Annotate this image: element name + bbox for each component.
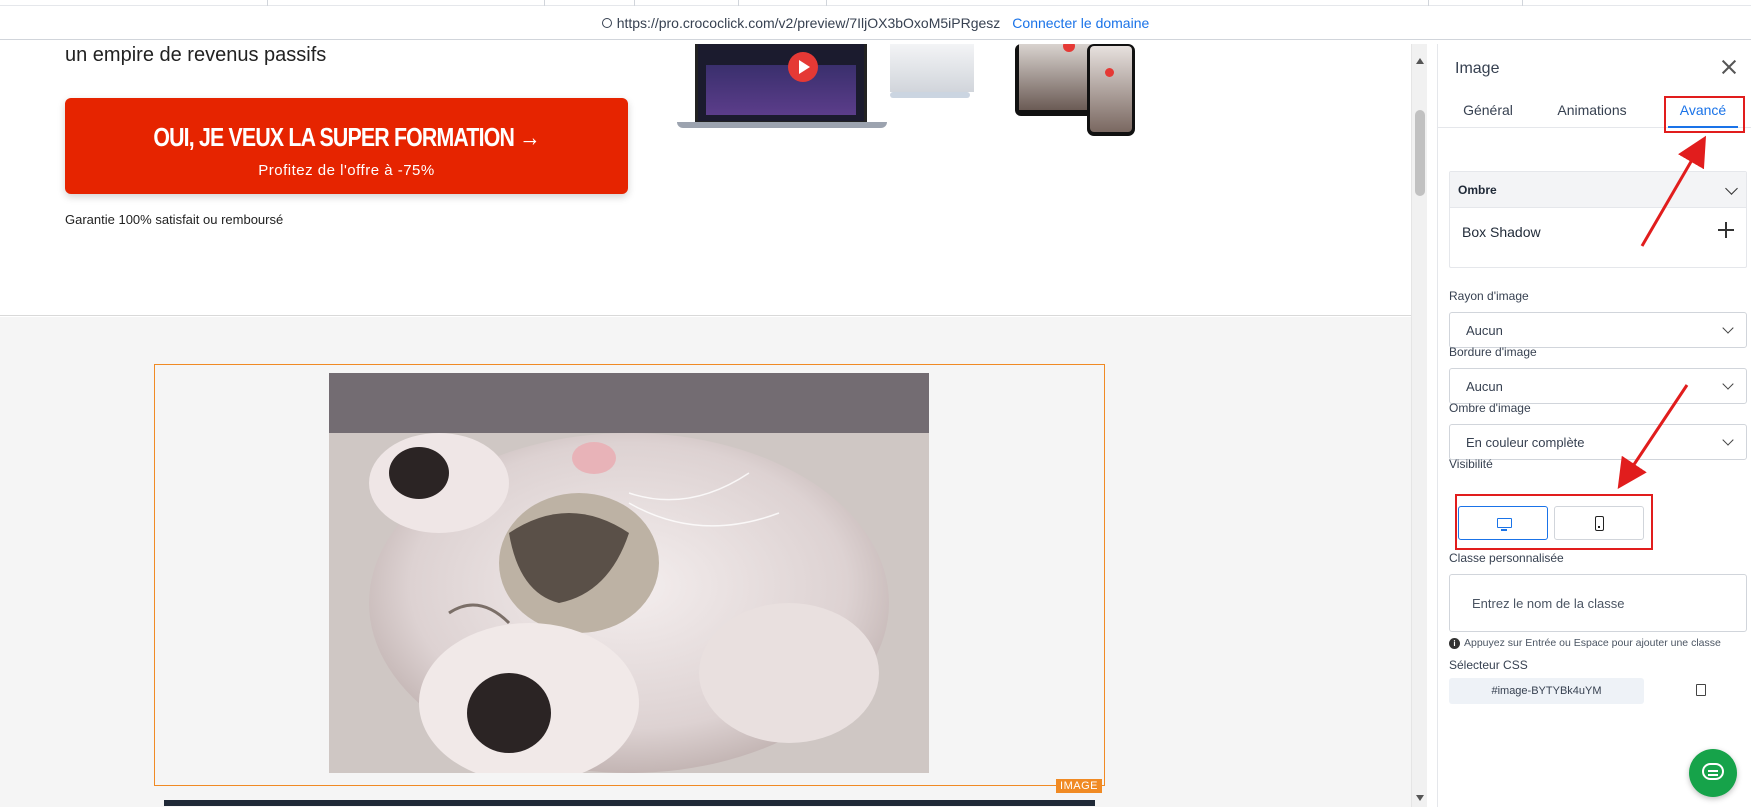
laptop-base <box>677 122 887 128</box>
custom-class-hint-text: Appuyez sur Entrée ou Espace pour ajoute… <box>1464 637 1721 649</box>
chevron-down-icon <box>1722 434 1734 446</box>
tab-general[interactable]: Général <box>1448 92 1528 128</box>
image-radius-select[interactable]: Aucun <box>1449 312 1747 348</box>
play-icon <box>1105 68 1114 77</box>
image-shadow-select[interactable]: En couleur complète <box>1449 424 1747 460</box>
desktop-icon <box>1497 518 1512 531</box>
preview-url[interactable]: https://pro.crococlick.com/v2/preview/7I… <box>617 15 1001 31</box>
video-stage <box>706 65 856 115</box>
image-radius-label: Rayon d'image <box>1449 289 1529 303</box>
box-shadow-label: Box Shadow <box>1462 224 1541 240</box>
kitten-illustration <box>329 373 929 773</box>
phone-screen <box>1090 46 1132 132</box>
image-border-label: Bordure d'image <box>1449 345 1537 359</box>
visibility-mobile-toggle[interactable] <box>1554 506 1644 540</box>
cta-button[interactable]: OUI, JE VEUX LA SUPER FORMATION → Profit… <box>65 98 628 194</box>
kitten-image[interactable] <box>329 373 929 773</box>
monitor-mockup <box>890 44 974 92</box>
preview-url-bar: https://pro.crococlick.com/v2/preview/7I… <box>0 6 1751 40</box>
properties-panel: Image Général Animations Avancé Ombre Bo… <box>1437 44 1751 807</box>
device-mockups-image[interactable] <box>675 44 1140 140</box>
tab-animations[interactable]: Animations <box>1542 92 1642 128</box>
plus-icon[interactable] <box>1718 222 1734 238</box>
circle-icon <box>601 17 612 28</box>
guarantee-text: Garantie 100% satisfait ou remboursé <box>65 212 284 227</box>
chevron-down-icon <box>1722 322 1734 334</box>
visibility-label: Visibilité <box>1449 457 1493 471</box>
panel-tabs: Général Animations Avancé <box>1438 92 1751 128</box>
tablet-mockup <box>1015 44 1095 116</box>
info-icon: i <box>1449 637 1460 649</box>
chevron-down-icon <box>1722 378 1734 390</box>
css-selector-value: #image-BYTYBk4uYM <box>1449 678 1644 704</box>
play-icon <box>788 52 818 82</box>
image-border-select[interactable]: Aucun <box>1449 368 1747 404</box>
custom-class-hint: i Appuyez sur Entrée ou Espace pour ajou… <box>1449 637 1721 649</box>
copy-icon[interactable] <box>1693 681 1706 696</box>
mobile-icon <box>1595 516 1604 531</box>
image-shadow-label: Ombre d'image <box>1449 401 1531 415</box>
shadow-accordion-header[interactable]: Ombre <box>1450 172 1746 208</box>
shadow-accordion: Ombre Box Shadow <box>1449 171 1747 268</box>
tablet-screen <box>1019 44 1091 110</box>
monitor-stand <box>890 92 970 98</box>
image-border-value: Aucun <box>1466 379 1503 394</box>
custom-class-input[interactable] <box>1449 574 1747 632</box>
scroll-down-arrow[interactable] <box>1416 795 1424 801</box>
laptop-mockup <box>695 44 867 124</box>
phone-mockup <box>1087 44 1135 136</box>
custom-class-label: Classe personnalisée <box>1449 551 1564 565</box>
chat-icon <box>1702 763 1724 780</box>
image-section[interactable]: IMAGE <box>0 317 1411 807</box>
chat-widget-button[interactable] <box>1689 749 1737 797</box>
cta-sub-label: Profitez de l'offre à -75% <box>258 162 435 179</box>
panel-title: Image <box>1455 60 1500 77</box>
element-type-badge: IMAGE <box>1056 779 1102 793</box>
next-section-preview <box>164 800 1095 806</box>
image-radius-value: Aucun <box>1466 323 1503 338</box>
connect-domain-link[interactable]: Connecter le domaine <box>1012 15 1149 31</box>
tab-advanced[interactable]: Avancé <box>1668 92 1738 128</box>
hero-section[interactable]: un empire de revenus passifs OUI, JE VEU… <box>0 44 1411 316</box>
scroll-up-arrow[interactable] <box>1416 58 1424 64</box>
hero-headline: un empire de revenus passifs <box>65 44 327 66</box>
close-icon[interactable] <box>1717 55 1741 79</box>
scrollbar-thumb[interactable] <box>1415 110 1425 196</box>
cta-main-label: OUI, JE VEUX LA SUPER FORMATION → <box>153 122 540 152</box>
canvas-scrollbar[interactable] <box>1411 44 1427 807</box>
chevron-down-icon <box>1725 182 1738 195</box>
editor-canvas[interactable]: un empire de revenus passifs OUI, JE VEU… <box>0 44 1411 807</box>
shadow-header-label: Ombre <box>1458 183 1497 197</box>
css-selector-label: Sélecteur CSS <box>1449 658 1528 672</box>
image-shadow-value: En couleur complète <box>1466 435 1585 450</box>
visibility-desktop-toggle[interactable] <box>1458 506 1548 540</box>
